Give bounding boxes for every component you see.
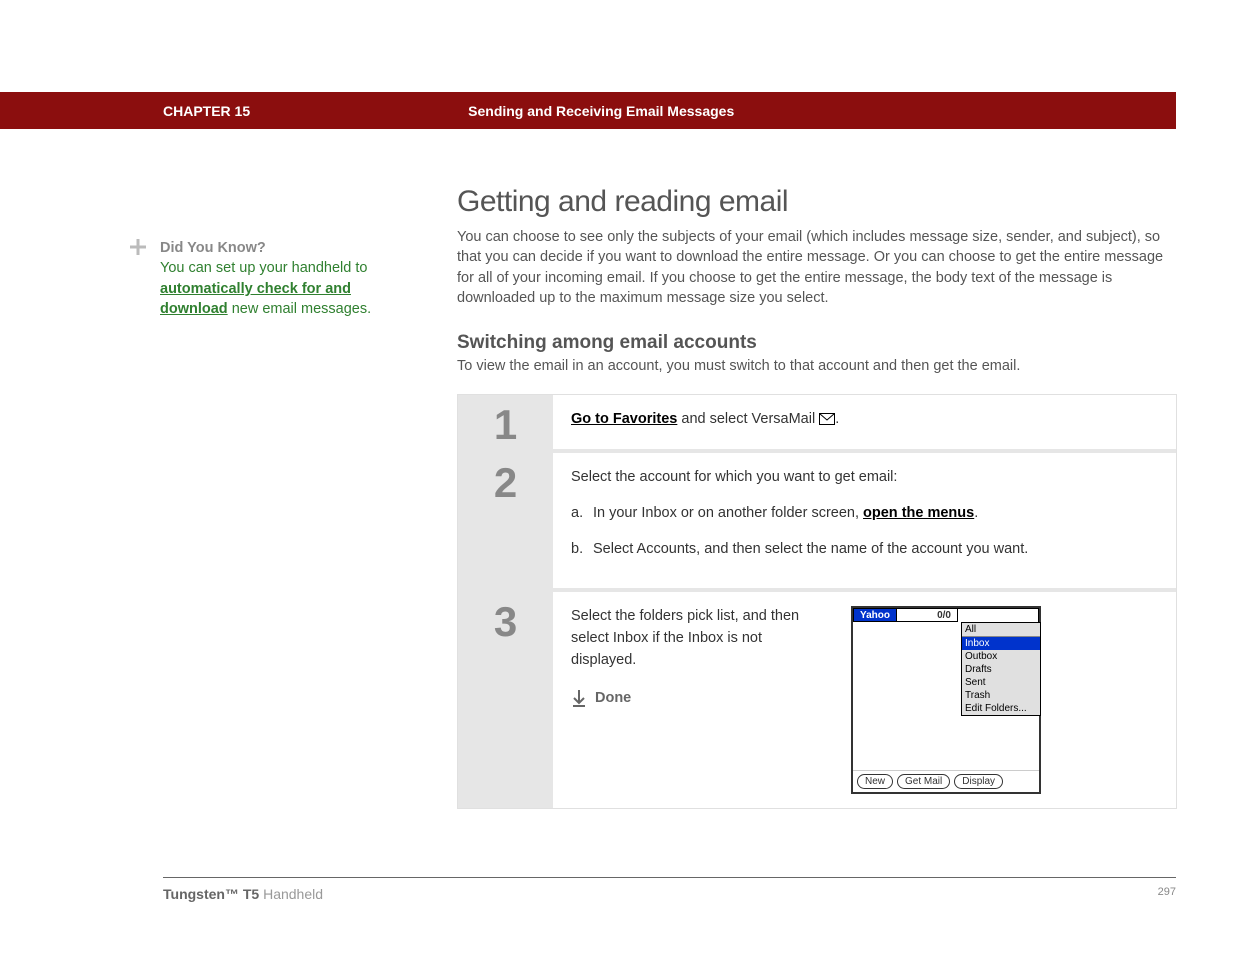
- step2b-text: Select Accounts, and then select the nam…: [593, 539, 1028, 561]
- header-title: Sending and Receiving Email Messages: [468, 103, 734, 119]
- step-1: 1 Go to Favorites and select VersaMail .: [458, 395, 1176, 453]
- folder-edit[interactable]: Edit Folders...: [962, 702, 1040, 715]
- step-body: Select the account for which you want to…: [553, 453, 1176, 588]
- open-menus-link[interactable]: open the menus: [863, 505, 974, 521]
- step-2: 2 Select the account for which you want …: [458, 453, 1176, 592]
- display-button[interactable]: Display: [954, 774, 1003, 789]
- dyk-text-pre: You can set up your handheld to: [160, 260, 367, 276]
- mail-icon: [819, 411, 835, 427]
- section-heading: Switching among email accounts: [457, 332, 1177, 354]
- sidebar-tip: Did You Know? You can set up your handhe…: [130, 238, 380, 319]
- header-bar: CHAPTER 15 Sending and Receiving Email M…: [0, 92, 1176, 129]
- step-number: 3: [458, 592, 553, 808]
- folder-outbox[interactable]: Outbox: [962, 650, 1040, 663]
- step2a-pre: In your Inbox or on another folder scree…: [593, 505, 863, 521]
- message-count: 0/0: [896, 608, 957, 622]
- page-number: 297: [1158, 886, 1176, 902]
- step-body: Go to Favorites and select VersaMail .: [553, 395, 1176, 449]
- folder-trash[interactable]: Trash: [962, 689, 1040, 702]
- chapter-label: CHAPTER 15: [163, 103, 250, 119]
- sub-letter-b: b.: [571, 539, 593, 561]
- done-label: Done: [595, 688, 631, 710]
- step2a-period: .: [974, 505, 978, 521]
- step2-lead: Select the account for which you want to…: [571, 467, 1158, 489]
- sub-letter-a: a.: [571, 503, 593, 525]
- section-intro: To view the email in an account, you mus…: [457, 358, 1177, 374]
- step-number: 1: [458, 395, 553, 449]
- step1-rest: and select VersaMail: [677, 411, 819, 427]
- folder-sent[interactable]: Sent: [962, 676, 1040, 689]
- done-arrow-icon: [571, 690, 587, 708]
- new-button[interactable]: New: [857, 774, 893, 789]
- step-3: 3 Select the folders pick list, and then…: [458, 592, 1176, 808]
- main-content: Getting and reading email You can choose…: [457, 185, 1177, 809]
- folder-picklist[interactable]: All Inbox Outbox Drafts Sent Trash Edit …: [961, 622, 1041, 716]
- did-you-know-title: Did You Know?: [160, 240, 266, 256]
- dyk-text-post: new email messages.: [228, 301, 371, 317]
- step-number: 2: [458, 453, 553, 588]
- step-body: Select the folders pick list, and then s…: [553, 592, 1176, 808]
- page-heading: Getting and reading email: [457, 185, 1177, 219]
- favorites-link[interactable]: Go to Favorites: [571, 411, 677, 427]
- footer: Tungsten™ T5 Handheld 297: [163, 877, 1176, 902]
- plus-icon: [130, 238, 146, 261]
- steps-container: 1 Go to Favorites and select VersaMail .…: [457, 394, 1177, 809]
- step1-period: .: [835, 411, 839, 427]
- folder-inbox[interactable]: Inbox: [962, 637, 1040, 650]
- product-name: Tungsten™ T5: [163, 886, 259, 902]
- step3-text: Select the folders pick list, and then s…: [571, 606, 831, 671]
- account-tab[interactable]: Yahoo: [853, 608, 896, 622]
- product-suffix: Handheld: [259, 886, 323, 902]
- device-screenshot: Yahoo 0/0 All Inbox Outbox Drafts: [851, 606, 1041, 794]
- folder-all[interactable]: All: [962, 623, 1040, 637]
- intro-text: You can choose to see only the subjects …: [457, 227, 1177, 308]
- folder-drafts[interactable]: Drafts: [962, 663, 1040, 676]
- get-mail-button[interactable]: Get Mail: [897, 774, 950, 789]
